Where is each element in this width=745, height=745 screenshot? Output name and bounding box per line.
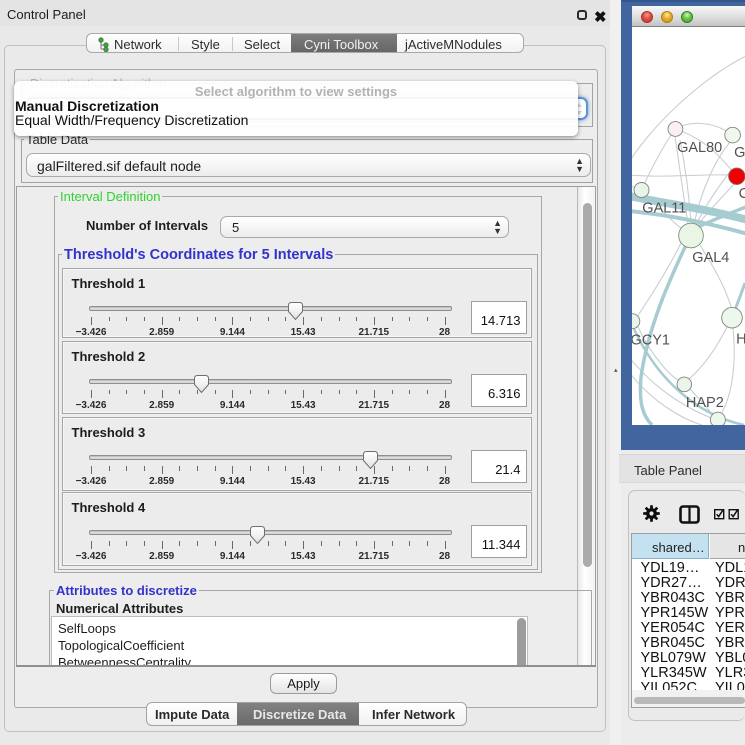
- svg-text:C: C: [739, 186, 745, 202]
- svg-text:H: H: [736, 331, 745, 347]
- svg-text:HAP2: HAP2: [686, 395, 724, 411]
- svg-text:GAL4: GAL4: [692, 250, 729, 266]
- svg-text:GAL80: GAL80: [677, 140, 722, 156]
- svg-text:G.: G.: [734, 145, 745, 161]
- svg-text:GAL11: GAL11: [642, 200, 686, 216]
- svg-text:GCY1: GCY1: [632, 332, 670, 348]
